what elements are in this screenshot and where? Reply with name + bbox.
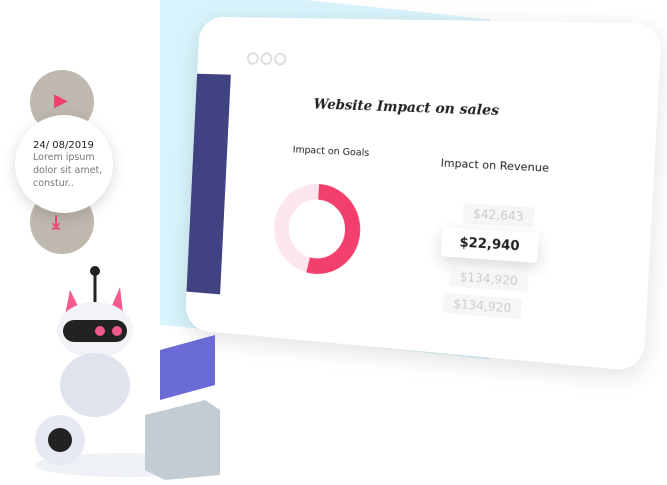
- revenue-value: $134,920: [442, 292, 523, 320]
- donut-chart: [268, 178, 366, 282]
- revenue-value-selected: $22,940: [440, 227, 539, 263]
- browser-window: Website Impact on sales Impact on Goals …: [184, 16, 663, 372]
- window-dot: [273, 52, 287, 66]
- event-text: Lorem ipsum dolor sit amet, constur..: [33, 152, 103, 189]
- event-card: 24/ 08/2019 Lorem ipsum dolor sit amet, …: [15, 115, 113, 213]
- window-dot: [260, 52, 273, 66]
- goals-label: Impact on Goals: [292, 144, 370, 160]
- window-dot: [246, 52, 260, 65]
- revenue-value: $42,643: [462, 203, 535, 228]
- robot-illustration: [35, 266, 220, 480]
- play-icon[interactable]: ▶: [54, 90, 68, 111]
- download-icon[interactable]: ⤓: [52, 212, 60, 233]
- revenue-label: Impact on Revenue: [440, 156, 550, 175]
- event-date: 24/ 08/2019: [33, 140, 94, 151]
- page-title: Website Impact on sales: [313, 96, 500, 120]
- revenue-value: $134,920: [449, 266, 529, 293]
